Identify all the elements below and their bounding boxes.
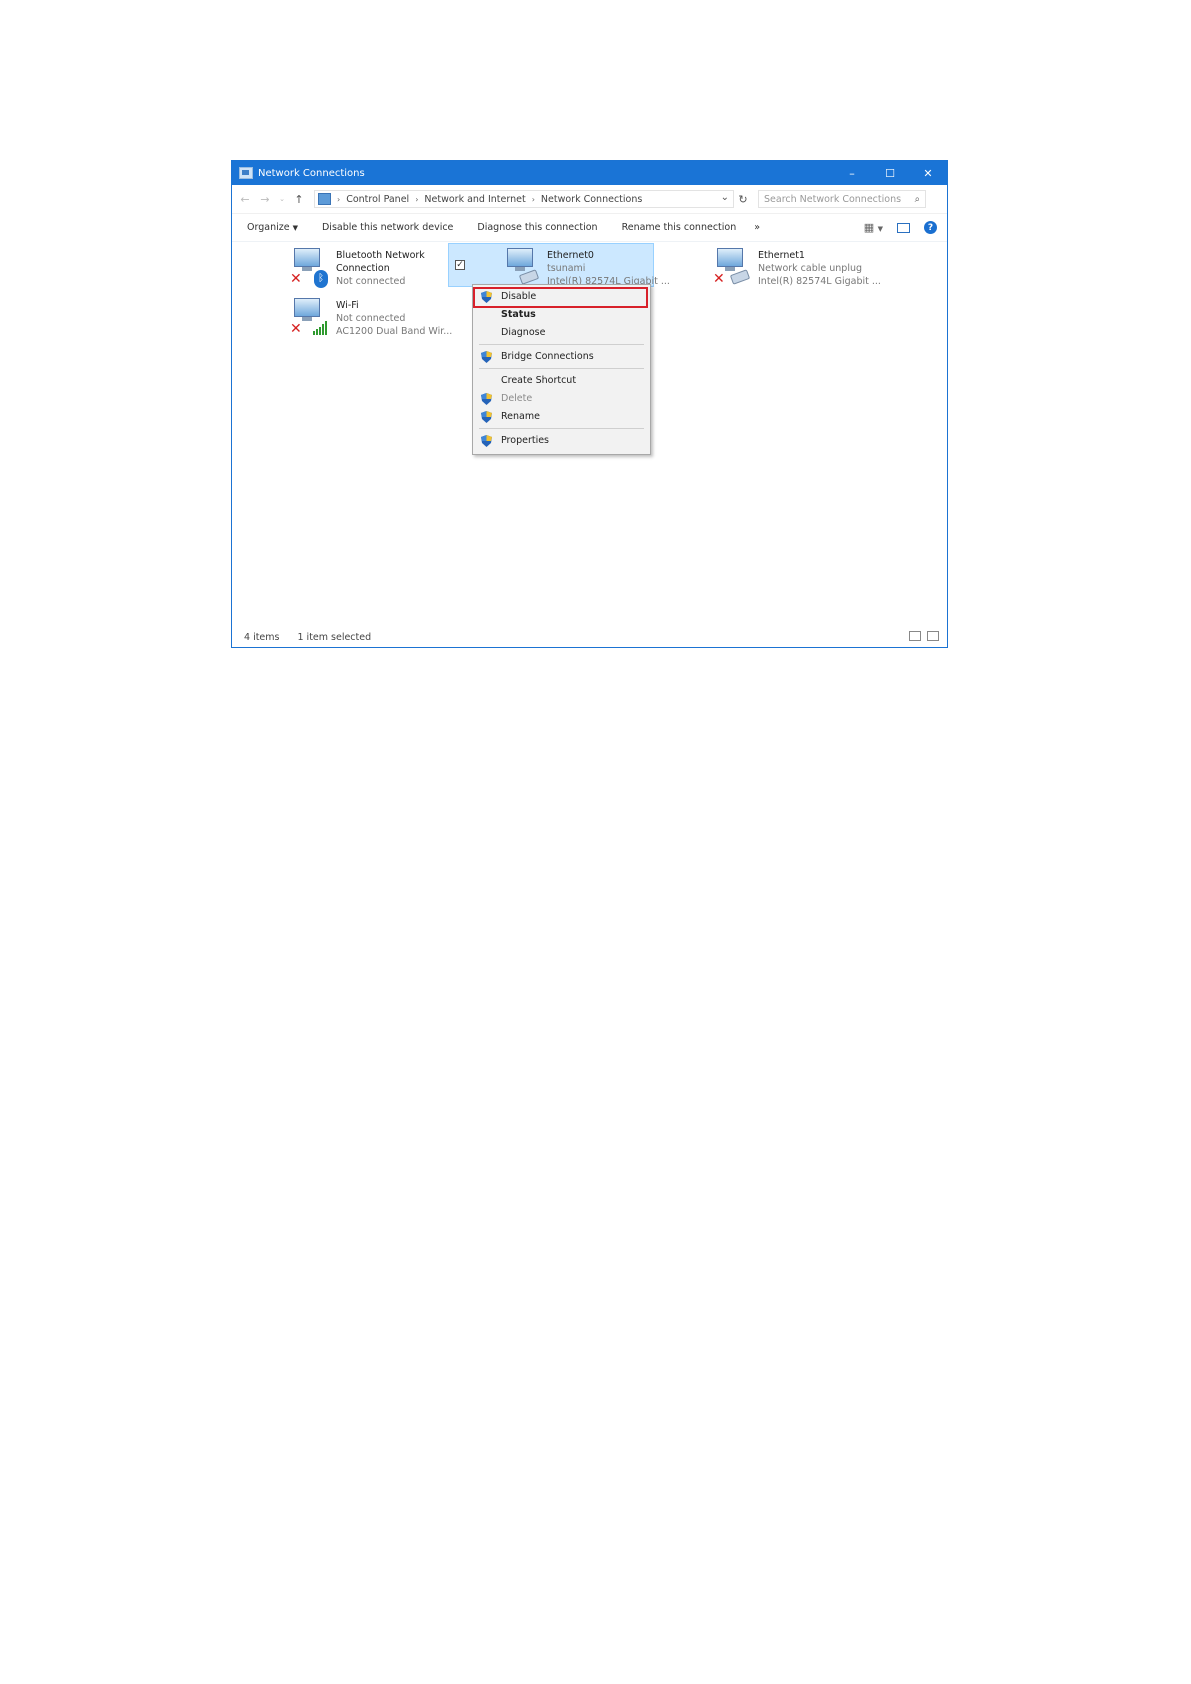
rename-button[interactable]: Rename this connection [622,222,737,233]
back-arrow-icon[interactable]: ← [238,193,252,206]
menu-item-label: Status [501,309,536,320]
network-connections-icon [239,167,253,179]
minimize-button[interactable]: – [833,161,871,185]
organize-label: Organize [247,222,290,233]
search-input[interactable]: Search Network Connections ⌕ [758,190,926,208]
search-icon[interactable]: ⌕ [915,194,920,205]
uac-shield-icon [481,351,492,363]
caret-down-icon: ▼ [292,224,298,232]
disconnected-x-icon: ✕ [290,271,302,287]
menu-item-disable[interactable]: Disable [473,287,650,308]
menu-item-label: Delete [501,393,533,404]
uac-shield-icon [481,393,492,405]
more-commands-button[interactable]: » [754,222,760,233]
connection-name: Ethernet1 [758,250,805,261]
menu-item-label: Create Shortcut [501,375,577,386]
disconnected-x-icon: ✕ [713,271,725,287]
menu-item-label: Diagnose [501,327,546,338]
search-placeholder: Search Network Connections [764,193,902,205]
menu-separator [479,368,644,369]
connection-device: AC1200 Dual Band Wir... [336,326,453,337]
change-view-icon[interactable]: ▦ ▼ [864,221,883,234]
recent-chevron-icon[interactable]: ⌄ [278,195,286,203]
diagnose-button[interactable]: Diagnose this connection [477,222,597,233]
up-arrow-icon[interactable]: ↑ [292,193,306,206]
details-view-icon[interactable] [909,631,921,641]
large-icons-view-icon[interactable] [927,631,939,641]
crumb-network-connections[interactable]: Network Connections [541,194,642,205]
uac-shield-icon [481,435,492,447]
connection-device: Intel(R) 82574L Gigabit ... [758,276,881,287]
connection-name: Wi-Fi [336,300,359,311]
connection-name: Bluetooth Network [336,250,425,261]
maximize-button[interactable]: ☐ [871,161,909,185]
chevron-right-icon[interactable]: › [532,195,535,204]
control-panel-icon [318,193,331,205]
red-highlight-box [473,287,648,308]
address-bar: ← → ⌄ ↑ › Control Panel › Network and In… [232,185,947,214]
chevron-right-icon[interactable]: › [337,195,340,204]
chevron-down-icon[interactable]: ⌄ [721,192,729,203]
connection-status: tsunami [547,263,586,274]
status-bar: 4 items 1 item selected [232,627,947,647]
network-computer-icon [292,298,322,322]
close-button[interactable]: ✕ [909,161,947,185]
network-computer-icon [715,248,745,272]
forward-arrow-icon[interactable]: → [258,193,272,206]
disconnected-x-icon: ✕ [290,321,302,337]
command-bar: Organize ▼ Disable this network device D… [232,214,947,242]
connection-status: Not connected [336,313,406,324]
menu-item-properties[interactable]: Properties [473,432,650,449]
preview-pane-icon[interactable] [897,222,910,233]
menu-separator [479,428,644,429]
disable-device-button[interactable]: Disable this network device [322,222,453,233]
window-title: Network Connections [258,167,365,179]
menu-item-label: Rename [501,411,540,422]
menu-item-label: Bridge Connections [501,351,594,362]
menu-item-label: Properties [501,435,550,446]
connection-name-cont: Connection [336,263,390,274]
uac-shield-icon [481,411,492,423]
connection-status: Network cable unplug [758,263,863,274]
menu-item-diagnose[interactable]: Diagnose [473,324,650,341]
item-count: 4 items [244,631,280,643]
network-computer-icon [292,248,322,272]
crumb-network-and-internet[interactable]: Network and Internet [424,194,525,205]
bluetooth-icon: ᛒ [314,270,328,288]
network-computer-icon [505,248,535,272]
menu-item-delete[interactable]: Delete [473,390,650,407]
crumb-control-panel[interactable]: Control Panel [346,194,409,205]
selection-checkbox[interactable]: ✓ [455,260,465,270]
organize-button[interactable]: Organize ▼ [247,222,298,233]
connection-name: Ethernet0 [547,250,594,261]
menu-separator [479,344,644,345]
chevron-right-icon[interactable]: › [415,195,418,204]
context-menu: Disable Status Diagnose Bridge Connectio… [472,284,651,455]
menu-item-create-shortcut[interactable]: Create Shortcut [473,372,650,389]
menu-item-status[interactable]: Status [473,306,650,323]
title-bar[interactable]: Network Connections – ☐ ✕ [232,161,947,185]
help-icon[interactable]: ? [924,221,937,234]
refresh-icon[interactable]: ↻ [734,193,752,206]
wifi-signal-icon [313,321,327,335]
connection-status: Not connected [336,276,406,287]
selection-count: 1 item selected [297,631,372,643]
menu-item-bridge[interactable]: Bridge Connections [473,348,650,365]
breadcrumb[interactable]: › Control Panel › Network and Internet ›… [314,190,734,208]
menu-item-rename[interactable]: Rename [473,408,650,425]
